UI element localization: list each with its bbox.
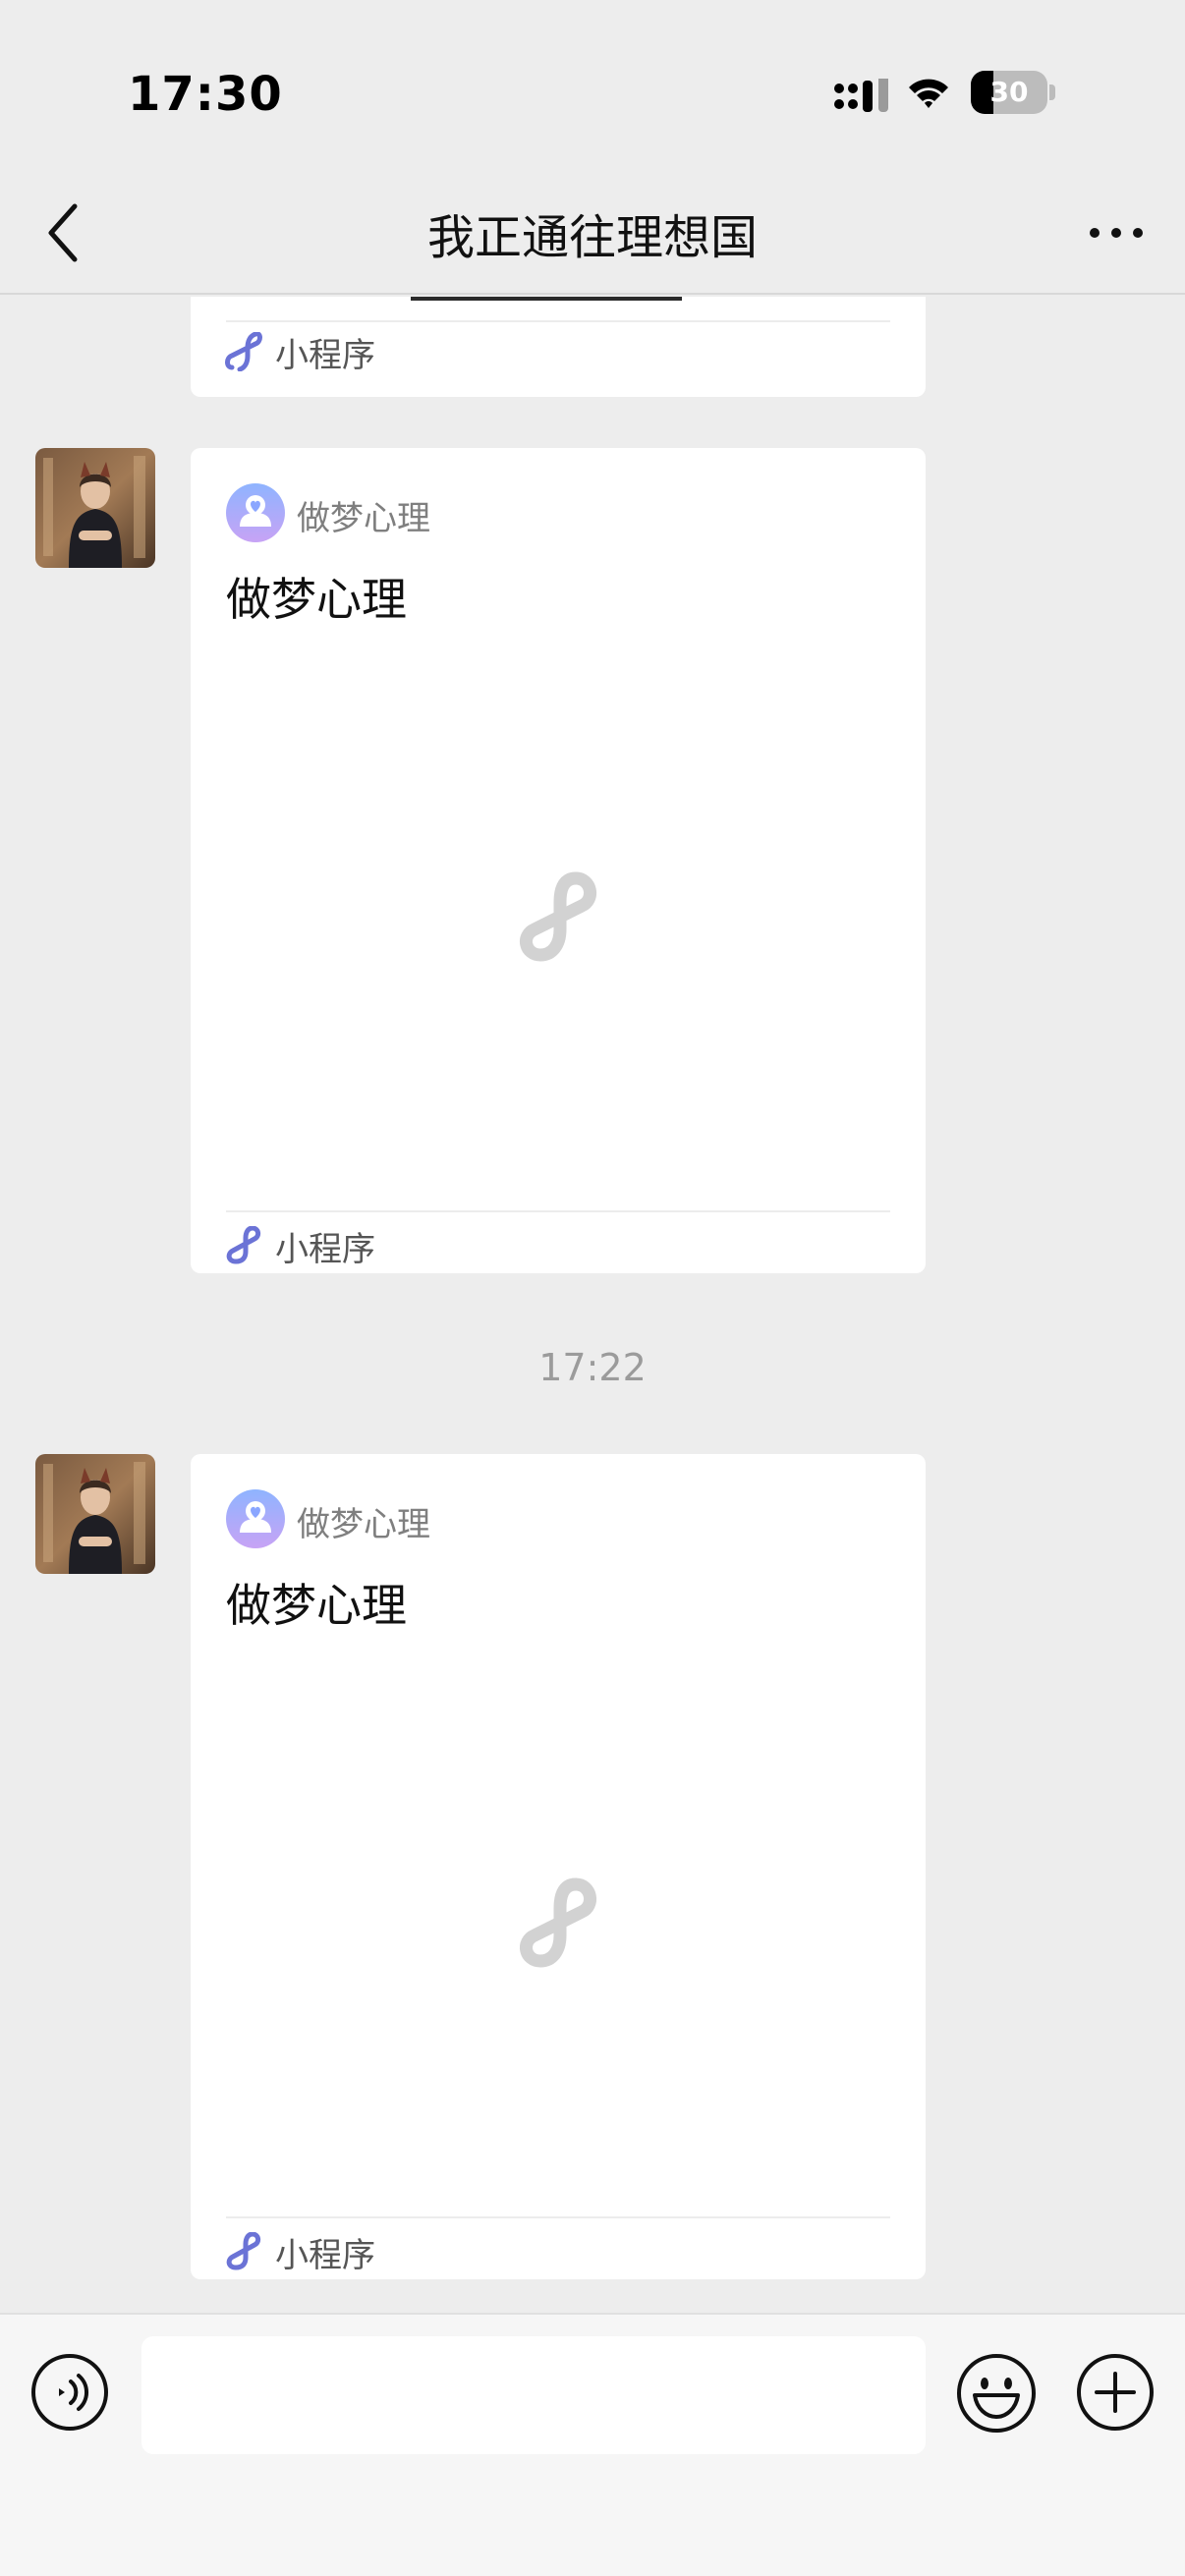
battery-level: 30 (989, 76, 1029, 108)
nav-bar: 我正通往理想国 (0, 177, 1185, 295)
mini-program-icon (226, 1226, 261, 1264)
mini-program-placeholder-icon (520, 871, 596, 962)
avatar[interactable] (35, 448, 155, 568)
message-input[interactable] (141, 2336, 926, 2454)
emoji-icon[interactable] (955, 2352, 1038, 2435)
message-timestamp: 17:22 (538, 1346, 647, 1389)
input-bar (0, 2313, 1185, 2576)
mini-program-placeholder-icon (520, 1877, 596, 1968)
status-icons: 30 (833, 71, 1099, 118)
chat-message-list[interactable]: 小程序 做梦心理 做梦心理 小程序 17:22 做梦心理 做梦心理 小程序 (0, 297, 1185, 2313)
wifi-icon (909, 79, 948, 108)
signal-icon (834, 79, 888, 112)
avatar[interactable] (35, 1454, 155, 1574)
mini-program-label: 小程序 (275, 1230, 375, 1269)
mini-program-card[interactable]: 做梦心理 做梦心理 小程序 (191, 448, 926, 1273)
status-time: 17:30 (128, 67, 283, 122)
card-title: 做梦心理 (226, 573, 407, 626)
more-dots-icon[interactable] (1087, 218, 1146, 248)
mini-program-label: 小程序 (275, 336, 375, 375)
chat-title: 我正通往理想国 (426, 210, 758, 265)
card-title: 做梦心理 (226, 1579, 407, 1632)
mini-program-card[interactable]: 小程序 (191, 297, 926, 397)
scroll-indicator (411, 297, 682, 301)
dream-psychology-logo-icon (226, 483, 285, 542)
voice-icon[interactable] (29, 2352, 110, 2433)
mini-program-label: 小程序 (275, 2236, 375, 2275)
battery-icon: 30 (971, 71, 1055, 114)
mini-program-card[interactable]: 做梦心理 做梦心理 小程序 (191, 1454, 926, 2279)
status-bar: 17:30 30 (0, 0, 1185, 177)
card-app-name: 做梦心理 (297, 499, 430, 538)
plus-icon[interactable] (1075, 2352, 1156, 2433)
card-app-name: 做梦心理 (297, 1505, 430, 1544)
dream-psychology-logo-icon (226, 1489, 285, 1548)
mini-program-icon (226, 2232, 261, 2270)
mini-program-icon (225, 332, 262, 371)
